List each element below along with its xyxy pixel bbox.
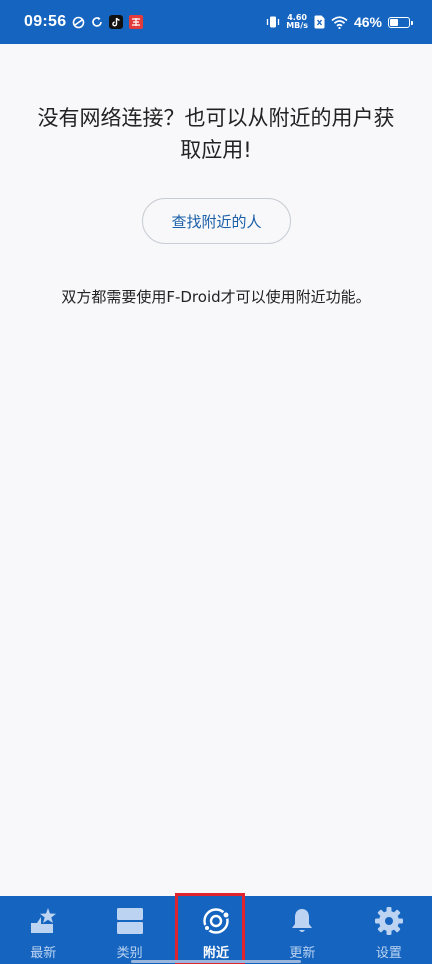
find-nearby-button[interactable]: 查找附近的人 [142, 198, 291, 244]
status-bar-left: 09:56 [24, 13, 144, 31]
nav-item-latest[interactable]: 最新 [0, 896, 86, 964]
gear-icon [374, 907, 403, 935]
nav-label-settings: 设置 [375, 946, 402, 961]
battery-percent: 46% [353, 14, 382, 30]
nav-label-updates: 更新 [289, 946, 316, 961]
nearby-icon [203, 908, 230, 934]
clock: 09:56 [24, 13, 67, 30]
nearby-screen: 没有网络连接？也可以从附近的用户获取应用! 查找附近的人 双方都需要使用F-Dr… [0, 44, 432, 896]
nearby-description: 双方都需要使用F-Droid才可以使用附近功能。 [61, 288, 371, 306]
no-network-title: 没有网络连接？也可以从附近的用户获取应用! [37, 106, 395, 162]
nav-item-categories[interactable]: 类别 [86, 896, 172, 964]
nav-label-latest: 最新 [30, 946, 57, 961]
refresh-icon [91, 16, 103, 28]
battery-icon [388, 16, 413, 28]
sync-app-icon [72, 16, 85, 29]
tiktok-icon [109, 15, 124, 29]
status-bar: 09:56 4.60 MB/s 46% [0, 0, 432, 44]
wifi-icon [331, 15, 348, 29]
latest-star-icon [31, 908, 57, 933]
vibrate-icon [266, 15, 280, 29]
categories-icon [116, 908, 143, 934]
home-indicator[interactable] [131, 960, 301, 963]
nav-item-updates[interactable]: 更新 [259, 896, 345, 964]
status-bar-right: 4.60 MB/s 46% [266, 14, 413, 30]
app-notification-icon [129, 15, 144, 29]
nav-label-nearby: 附近 [203, 946, 230, 961]
no-sim-icon [314, 15, 325, 29]
bell-icon [292, 909, 313, 932]
network-speed: 4.60 MB/s [286, 14, 308, 30]
nav-label-categories: 类别 [116, 946, 143, 961]
nav-item-settings[interactable]: 设置 [346, 896, 432, 964]
bottom-navigation: 最新 类别 附近 更新 设置 [0, 896, 432, 964]
network-speed-unit: MB/s [286, 21, 308, 30]
nav-item-nearby[interactable]: 附近 [173, 896, 259, 964]
